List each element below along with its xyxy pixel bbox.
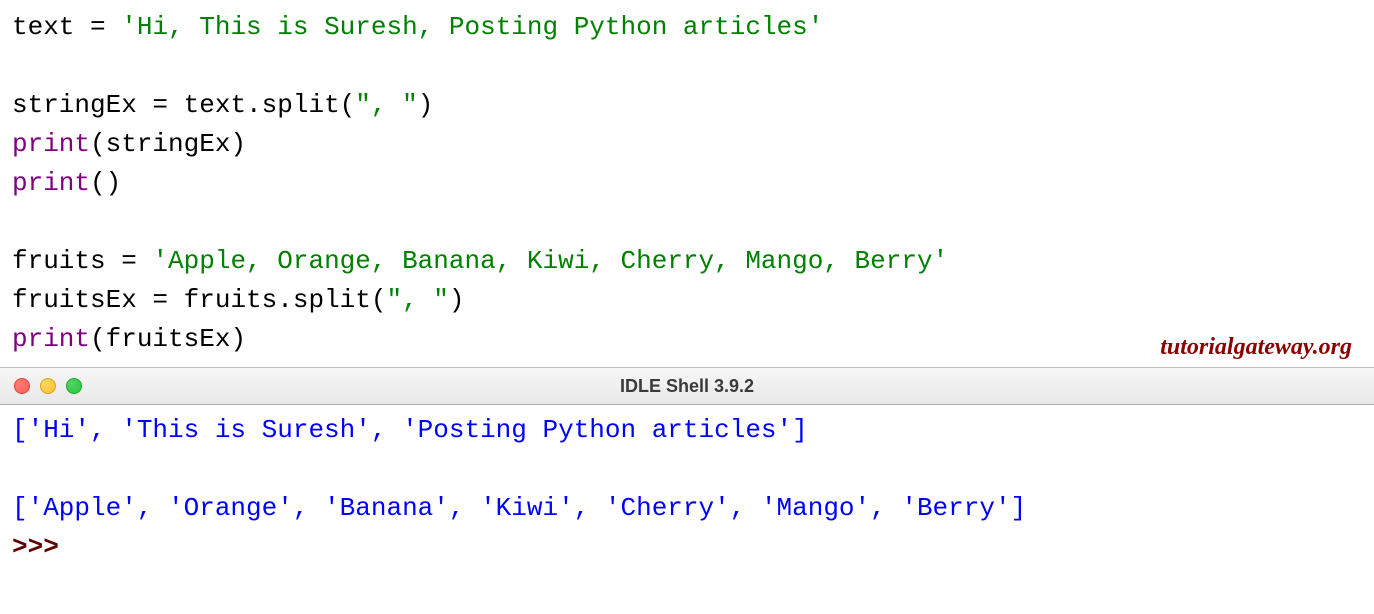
operator: = (137, 90, 184, 120)
close-icon[interactable] (14, 378, 30, 394)
code-editor-pane[interactable]: text = 'Hi, This is Suresh, Posting Pyth… (0, 0, 1374, 367)
code-line: print(stringEx) (12, 125, 1362, 164)
code-line: print() (12, 164, 1362, 203)
variable-name: fruitsEx (106, 324, 231, 354)
string-literal: ", " (386, 285, 448, 315)
string-literal: ", " (355, 90, 417, 120)
paren-close: ) (449, 285, 465, 315)
string-literal: 'Apple, Orange, Banana, Kiwi, Cherry, Ma… (152, 246, 948, 276)
traffic-lights (14, 378, 82, 394)
builtin-print: print (12, 168, 90, 198)
shell-blank-line (12, 450, 1362, 489)
paren-close: ) (418, 90, 434, 120)
paren-close: ) (230, 129, 246, 159)
variable-name: stringEx (12, 90, 137, 120)
string-literal: 'Hi, This is Suresh, Posting Python arti… (121, 12, 823, 42)
code-line: fruitsEx = fruits.split(", ") (12, 281, 1362, 320)
window-title-bar[interactable]: IDLE Shell 3.9.2 (0, 367, 1374, 405)
code-line: stringEx = text.split(", ") (12, 86, 1362, 125)
builtin-print: print (12, 324, 90, 354)
shell-output-line: ['Hi', 'This is Suresh', 'Posting Python… (12, 411, 1362, 450)
paren-close: ) (106, 168, 122, 198)
paren-open: ( (90, 324, 106, 354)
variable-name: fruits (12, 246, 106, 276)
operator: = (74, 12, 121, 42)
watermark-text: tutorialgateway.org (1160, 334, 1352, 361)
shell-output-line: ['Apple', 'Orange', 'Banana', 'Kiwi', 'C… (12, 489, 1362, 528)
builtin-print: print (12, 129, 90, 159)
paren-open: ( (90, 168, 106, 198)
paren-close: ) (230, 324, 246, 354)
operator: = (106, 246, 153, 276)
paren-open: ( (90, 129, 106, 159)
shell-output-pane[interactable]: ['Hi', 'This is Suresh', 'Posting Python… (0, 405, 1374, 573)
maximize-icon[interactable] (66, 378, 82, 394)
variable-name: stringEx (106, 129, 231, 159)
variable-name: fruitsEx (12, 285, 137, 315)
minimize-icon[interactable] (40, 378, 56, 394)
variable-name: text (12, 12, 74, 42)
method-call: fruits.split( (184, 285, 387, 315)
code-line: text = 'Hi, This is Suresh, Posting Pyth… (12, 8, 1362, 47)
code-line: fruits = 'Apple, Orange, Banana, Kiwi, C… (12, 242, 1362, 281)
operator: = (137, 285, 184, 315)
window-title: IDLE Shell 3.9.2 (620, 376, 754, 397)
code-line-blank (12, 203, 1362, 242)
method-call: text.split( (184, 90, 356, 120)
code-line-blank (12, 47, 1362, 86)
shell-prompt[interactable]: >>> (12, 528, 1362, 567)
